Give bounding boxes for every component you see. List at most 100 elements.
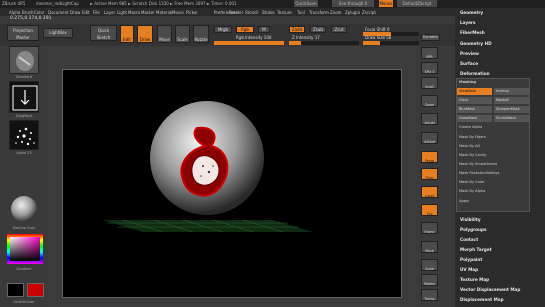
menu-material[interactable]: Material xyxy=(156,10,172,15)
menu-stencil[interactable]: Stencil xyxy=(245,10,259,15)
menu-light[interactable]: Light xyxy=(117,10,127,15)
shelf-move-button[interactable]: Move xyxy=(421,241,438,253)
tray-uv-map[interactable]: UV Map xyxy=(460,267,478,272)
default-zscript-button[interactable]: DefaultZScript xyxy=(397,0,437,7)
document-canvas[interactable] xyxy=(62,69,402,298)
shelf-frame-button[interactable]: Frame xyxy=(421,222,438,234)
tray-scrollbar[interactable] xyxy=(535,8,545,307)
secondary-color-swatch[interactable] xyxy=(27,283,44,297)
tray-visibility[interactable]: Visibility xyxy=(460,217,481,222)
tray-preview[interactable]: Preview xyxy=(460,51,479,56)
masking-inverse-button[interactable]: Inverse xyxy=(494,88,529,95)
draw-button[interactable]: Draw xyxy=(137,25,153,43)
tray-geometry-hd[interactable]: Geometry HD xyxy=(460,41,492,46)
masking-growmask-button[interactable]: GrowMask xyxy=(457,115,492,122)
tray-vector-displacement-map[interactable]: Vector Displacement Map xyxy=(460,287,520,292)
menu-alpha[interactable]: Alpha xyxy=(9,10,20,15)
rotate-button[interactable]: Rotate xyxy=(193,25,209,43)
menu-texture[interactable]: Texture xyxy=(277,10,292,15)
tray-layers[interactable]: Layers xyxy=(460,20,476,25)
tray-surface[interactable]: Surface xyxy=(460,61,478,66)
z-intensity-slider[interactable] xyxy=(289,41,359,45)
masking-apply-button[interactable]: Apply xyxy=(459,199,529,203)
tray-geometry[interactable]: Geometry xyxy=(460,10,483,15)
menu-zscript[interactable]: Zscript xyxy=(362,10,376,15)
menu-draw[interactable]: Draw xyxy=(70,10,80,15)
menu-picker[interactable]: Picker xyxy=(186,10,198,15)
shelf-local-button[interactable]: Local xyxy=(421,186,438,198)
tray-fibermesh[interactable]: FiberMesh xyxy=(460,30,485,35)
masking-mask-by-alpha-button[interactable]: Mask By Alpha xyxy=(459,189,529,193)
menu-document[interactable]: Document xyxy=(48,10,69,15)
masking-mask-by-ao-button[interactable]: Mask By AO xyxy=(459,144,529,148)
menu-color[interactable]: Color xyxy=(34,10,44,15)
standard-brush-thumb[interactable] xyxy=(9,46,39,74)
masking-sharpenmask-button[interactable]: SharpenMask xyxy=(494,106,529,113)
masking-mask-peaksandvalleys-button[interactable]: Mask PeaksAndValleys xyxy=(459,171,529,175)
menu-render[interactable]: Render xyxy=(229,10,243,15)
shelf-aahalf-button[interactable]: AAHalf xyxy=(421,132,438,144)
menu-edit[interactable]: Edit xyxy=(82,10,90,15)
masking-create-alpha-button[interactable]: Create Alpha xyxy=(459,125,529,129)
shelf-rotate-button[interactable]: Rotate xyxy=(421,274,438,286)
quicksave-button[interactable]: QuickSave xyxy=(294,0,318,7)
stroke-thumb[interactable] xyxy=(9,81,39,113)
zadd-button[interactable]: Zadd xyxy=(289,26,305,33)
rgb-intensity-slider[interactable] xyxy=(214,41,284,45)
quick-sketch-button[interactable]: Quick Sketch xyxy=(90,25,117,41)
shelf-actual-button[interactable]: Actual xyxy=(421,113,438,125)
masking-mask-by-cavity-button[interactable]: Mask By Cavity xyxy=(459,153,529,157)
shelf-xyz-button[interactable]: Xyz xyxy=(421,204,438,216)
masking-mask-by-fibers-button[interactable]: Mask By Fibers xyxy=(459,135,529,139)
menu-layer[interactable]: Layer xyxy=(104,10,115,15)
masking-viewmask-button[interactable]: ViewMask xyxy=(457,88,492,95)
shelf-transp-button[interactable]: Transp xyxy=(421,289,438,301)
masking-blurmask-button[interactable]: BlurMask xyxy=(457,106,492,113)
color-picker[interactable] xyxy=(7,234,43,264)
shelf-spix-3-button[interactable]: SPix 3 xyxy=(421,62,438,74)
shelf-bpr-button[interactable]: BPR xyxy=(421,47,438,59)
menus-button[interactable]: Menus xyxy=(379,0,393,7)
mrgb-button[interactable]: Mrgb xyxy=(214,26,232,33)
tray-polypaint[interactable]: Polypaint xyxy=(460,257,482,262)
menu-movie[interactable]: Movie xyxy=(172,10,184,15)
masking-mask-by-color-button[interactable]: Mask By Color xyxy=(459,180,529,184)
switch-color-label[interactable]: SwitchColor xyxy=(6,300,42,304)
primary-color-swatch[interactable] xyxy=(7,283,24,297)
menu-tool[interactable]: Tool xyxy=(297,10,305,15)
menu-zplugin[interactable]: Zplugin xyxy=(345,10,360,15)
menu-transform[interactable]: Transform xyxy=(309,10,329,15)
masking-shrinkmask-button[interactable]: ShrinkMask xyxy=(494,115,529,122)
shelf-floor-button[interactable]: Floor xyxy=(421,168,438,180)
tray-displacement-map[interactable]: Displacement Map xyxy=(460,297,504,302)
zsub-button[interactable]: Zsub xyxy=(310,26,326,33)
zcut-button[interactable]: Zcut xyxy=(331,26,347,33)
scale-button[interactable]: Scale xyxy=(175,25,190,43)
tray-morph-target[interactable]: Morph Target xyxy=(460,247,492,252)
shelf-zoom-button[interactable]: Zoom xyxy=(421,95,438,107)
masking-mask-by-smoothness-button[interactable]: Mask By Smoothness xyxy=(459,162,529,166)
menu-macro[interactable]: Macro xyxy=(128,10,140,15)
draw-size-slider[interactable] xyxy=(363,41,419,45)
menu-zoom[interactable]: Zoom xyxy=(330,10,342,15)
move-button[interactable]: Move xyxy=(157,25,172,43)
tray-deformation[interactable]: Deformation xyxy=(460,71,490,76)
menu-brush[interactable]: Brush xyxy=(22,10,34,15)
rgb-button[interactable]: Rgb xyxy=(236,26,254,33)
menu-stroke[interactable]: Stroke xyxy=(262,10,275,15)
projection-master-button[interactable]: Projection Master xyxy=(7,25,39,41)
tray-texture-map[interactable]: Texture Map xyxy=(460,277,489,282)
edit-button[interactable]: Edit xyxy=(120,25,134,43)
alpha-thumb[interactable] xyxy=(9,120,39,150)
shelf-scale-button[interactable]: Scale xyxy=(421,259,438,271)
m-button[interactable]: M xyxy=(258,26,270,33)
masking-clear-button[interactable]: Clear xyxy=(457,97,492,104)
material-thumb[interactable] xyxy=(9,194,39,224)
see-through-slider[interactable]: See-through 0 xyxy=(332,0,374,7)
masking-header[interactable]: Masking xyxy=(459,80,529,84)
shelf-persp-button[interactable]: Persp xyxy=(421,151,438,163)
dynamic-button[interactable]: Dynamic xyxy=(421,34,440,41)
lightbox-button[interactable]: LightBox xyxy=(43,28,73,38)
tray-contact[interactable]: Contact xyxy=(460,237,478,242)
menu-marker[interactable]: Marker xyxy=(141,10,155,15)
